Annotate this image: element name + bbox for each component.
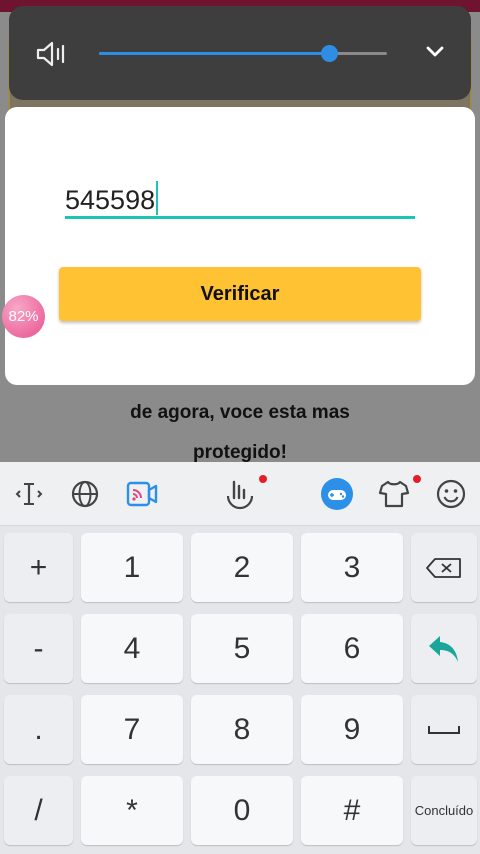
- cursor-icon[interactable]: [11, 476, 47, 512]
- background-text-line2: protegido!: [193, 442, 287, 463]
- notification-dot: [259, 475, 267, 483]
- backspace-icon: [426, 557, 461, 578]
- backspace-key[interactable]: [411, 533, 477, 602]
- key-5[interactable]: 5: [191, 614, 293, 683]
- text-caret: [156, 181, 159, 215]
- globe-icon[interactable]: [67, 476, 103, 512]
- key-0[interactable]: 0: [191, 776, 293, 845]
- numeric-keyboard: + 1 2 3 - 4 5 6 . 7 8 9 / * 0 # Concluíd…: [0, 462, 480, 854]
- space-key[interactable]: [411, 695, 477, 764]
- key-4[interactable]: 4: [81, 614, 183, 683]
- enter-key[interactable]: [411, 614, 477, 683]
- key-plus[interactable]: +: [4, 533, 73, 602]
- key-2[interactable]: 2: [191, 533, 293, 602]
- speaker-icon[interactable]: [35, 40, 69, 68]
- key-7[interactable]: 7: [81, 695, 183, 764]
- volume-slider-fill: [99, 52, 330, 55]
- verification-dialog: 545598 Verificar: [5, 107, 475, 385]
- notification-dot: [413, 475, 421, 483]
- handwriting-icon[interactable]: [222, 476, 258, 512]
- video-icon[interactable]: [124, 476, 160, 512]
- done-key[interactable]: Concluído: [411, 776, 477, 845]
- code-input-value: 545598: [65, 181, 159, 216]
- key-9[interactable]: 9: [301, 695, 403, 764]
- key-8[interactable]: 8: [191, 695, 293, 764]
- enter-icon: [429, 635, 458, 662]
- theme-icon[interactable]: [376, 476, 412, 512]
- key-slash[interactable]: /: [4, 776, 73, 845]
- key-period[interactable]: .: [4, 695, 73, 764]
- volume-slider[interactable]: [99, 45, 387, 62]
- volume-slider-thumb[interactable]: [321, 45, 339, 62]
- verify-button[interactable]: Verificar: [59, 267, 421, 321]
- key-3[interactable]: 3: [301, 533, 403, 602]
- game-icon[interactable]: [319, 476, 355, 512]
- space-icon: [428, 725, 460, 734]
- battery-bubble[interactable]: 82%: [2, 295, 45, 338]
- key-hash[interactable]: #: [301, 776, 403, 845]
- volume-panel: [9, 6, 471, 100]
- background-text-line1: de agora, voce esta mas: [130, 402, 350, 423]
- chevron-down-icon[interactable]: [425, 42, 445, 62]
- emoji-icon[interactable]: [433, 476, 469, 512]
- key-asterisk[interactable]: *: [81, 776, 183, 845]
- code-input[interactable]: 545598: [65, 173, 415, 219]
- key-6[interactable]: 6: [301, 614, 403, 683]
- keyboard-toolbar: [0, 462, 480, 526]
- key-minus[interactable]: -: [4, 614, 73, 683]
- key-1[interactable]: 1: [81, 533, 183, 602]
